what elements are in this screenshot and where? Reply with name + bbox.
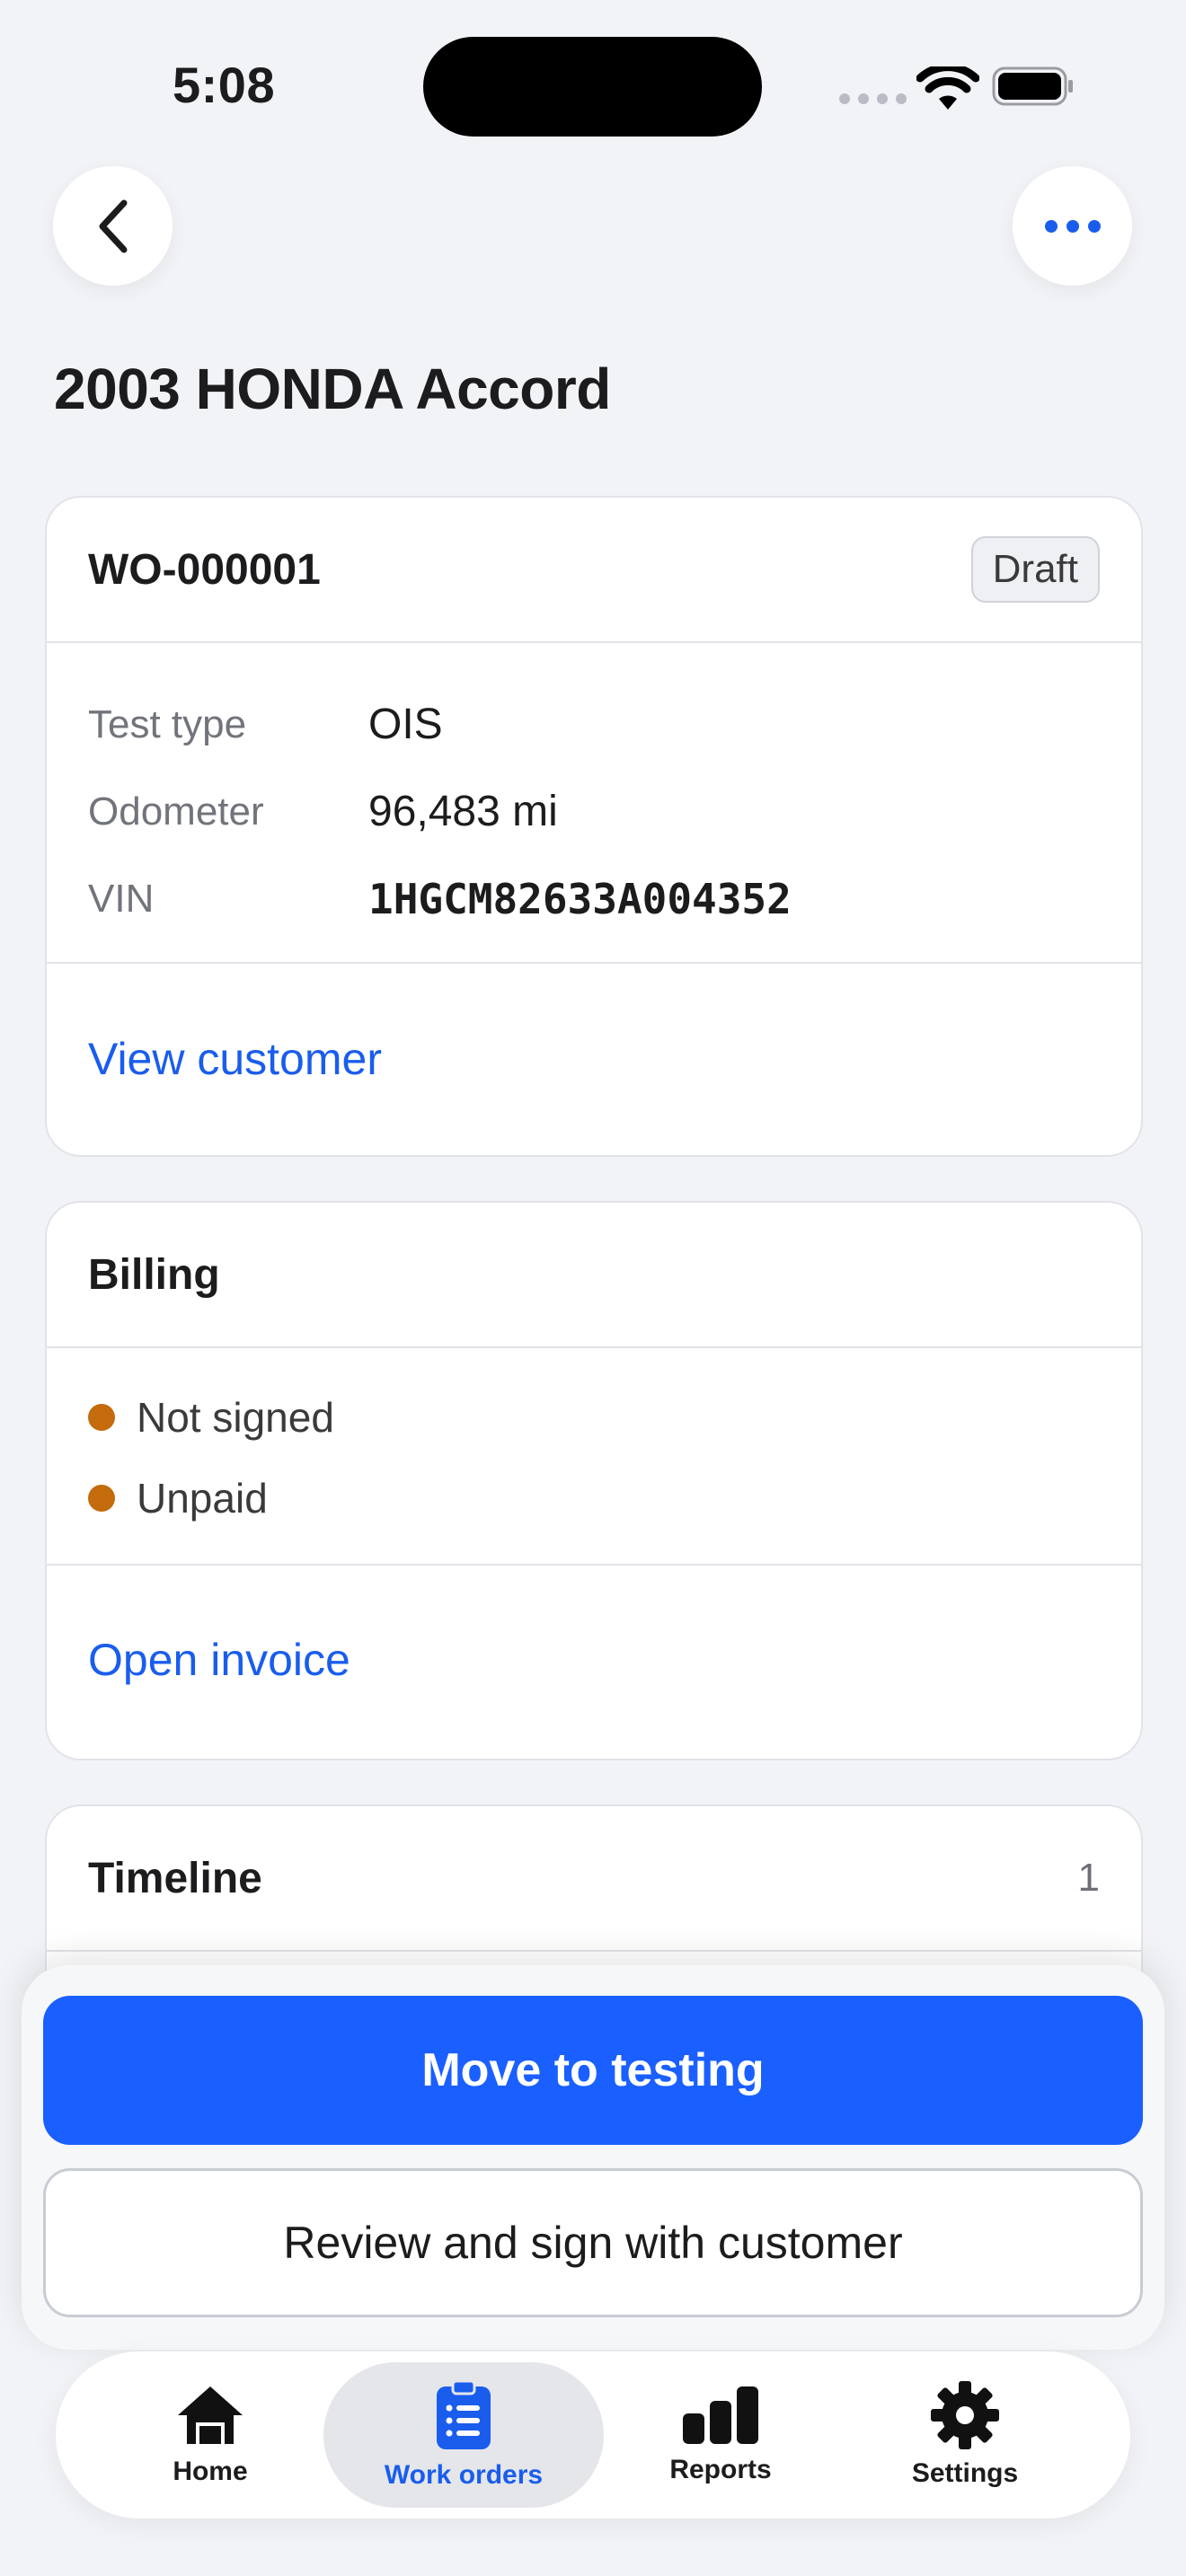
- billing-status-label: Not signed: [137, 1394, 334, 1441]
- tab-bar: Home Work orders Reports Settings: [56, 2351, 1130, 2519]
- action-sheet: Move to testing Review and sign with cus…: [22, 1965, 1164, 2350]
- view-customer-link[interactable]: View customer: [47, 964, 1141, 1154]
- page-title: 2003 HONDA Accord: [54, 357, 611, 421]
- billing-status-item: Not signed: [88, 1377, 1100, 1458]
- status-badge: Draft: [970, 536, 1100, 603]
- status-dot-icon: [88, 1485, 115, 1512]
- chevron-left-icon: [99, 199, 127, 252]
- tab-label: Work orders: [384, 2460, 544, 2490]
- home-icon: [178, 2386, 243, 2444]
- dynamic-island: [423, 37, 762, 137]
- cellular-signal-icon: [839, 93, 907, 104]
- work-order-id: WO-000001: [88, 545, 321, 594]
- tab-label: Settings: [911, 2458, 1019, 2488]
- timeline-count: 1: [1077, 1856, 1100, 1900]
- open-invoice-link[interactable]: Open invoice: [47, 1566, 1141, 1754]
- work-order-details: Test type OIS Odometer 96,483 mi VIN 1HG…: [47, 643, 1141, 964]
- back-button[interactable]: [53, 166, 173, 286]
- timeline-title: Timeline: [88, 1854, 262, 1902]
- timeline-header[interactable]: Timeline 1: [47, 1806, 1141, 1952]
- tab-settings[interactable]: Settings: [830, 2362, 1100, 2508]
- review-and-sign-button[interactable]: Review and sign with customer: [43, 2168, 1143, 2317]
- detail-value: OIS: [368, 701, 443, 748]
- detail-row-odometer: Odometer 96,483 mi: [88, 768, 1100, 855]
- detail-label: Odometer: [88, 789, 264, 834]
- status-time: 5:08: [173, 57, 276, 113]
- tab-work-orders[interactable]: Work orders: [323, 2362, 604, 2508]
- clipboard-list-icon: [437, 2379, 491, 2449]
- gear-icon: [931, 2381, 999, 2449]
- work-order-card: WO-000001 Draft Test type OIS Odometer 9…: [45, 496, 1143, 1157]
- billing-status-list: Not signed Unpaid: [47, 1348, 1141, 1566]
- move-to-testing-button[interactable]: Move to testing: [43, 1996, 1143, 2145]
- more-options-button[interactable]: [1013, 166, 1132, 286]
- detail-row-vin: VIN 1HGCM82633A004352: [88, 855, 1100, 942]
- billing-header: Billing: [47, 1203, 1141, 1348]
- tab-reports[interactable]: Reports: [618, 2362, 823, 2508]
- detail-value: 1HGCM82633A004352: [368, 874, 792, 923]
- detail-row-test-type: Test type OIS: [88, 681, 1100, 768]
- status-dot-icon: [88, 1404, 115, 1431]
- tab-home[interactable]: Home: [108, 2362, 313, 2508]
- billing-card: Billing Not signed Unpaid Open invoice: [45, 1201, 1143, 1760]
- bar-chart-icon: [683, 2386, 758, 2444]
- battery-icon: [992, 66, 1073, 106]
- billing-status-item: Unpaid: [88, 1458, 1100, 1539]
- detail-value: 96,483 mi: [368, 788, 558, 835]
- detail-label: VIN: [88, 876, 155, 921]
- tab-label: Reports: [669, 2455, 772, 2484]
- billing-status-label: Unpaid: [137, 1475, 268, 1522]
- work-order-header: WO-000001 Draft: [47, 498, 1141, 643]
- detail-label: Test type: [88, 701, 247, 746]
- tab-label: Home: [173, 2457, 248, 2486]
- more-dots-icon: [1044, 219, 1101, 233]
- billing-title: Billing: [88, 1250, 220, 1299]
- wifi-icon: [916, 66, 979, 110]
